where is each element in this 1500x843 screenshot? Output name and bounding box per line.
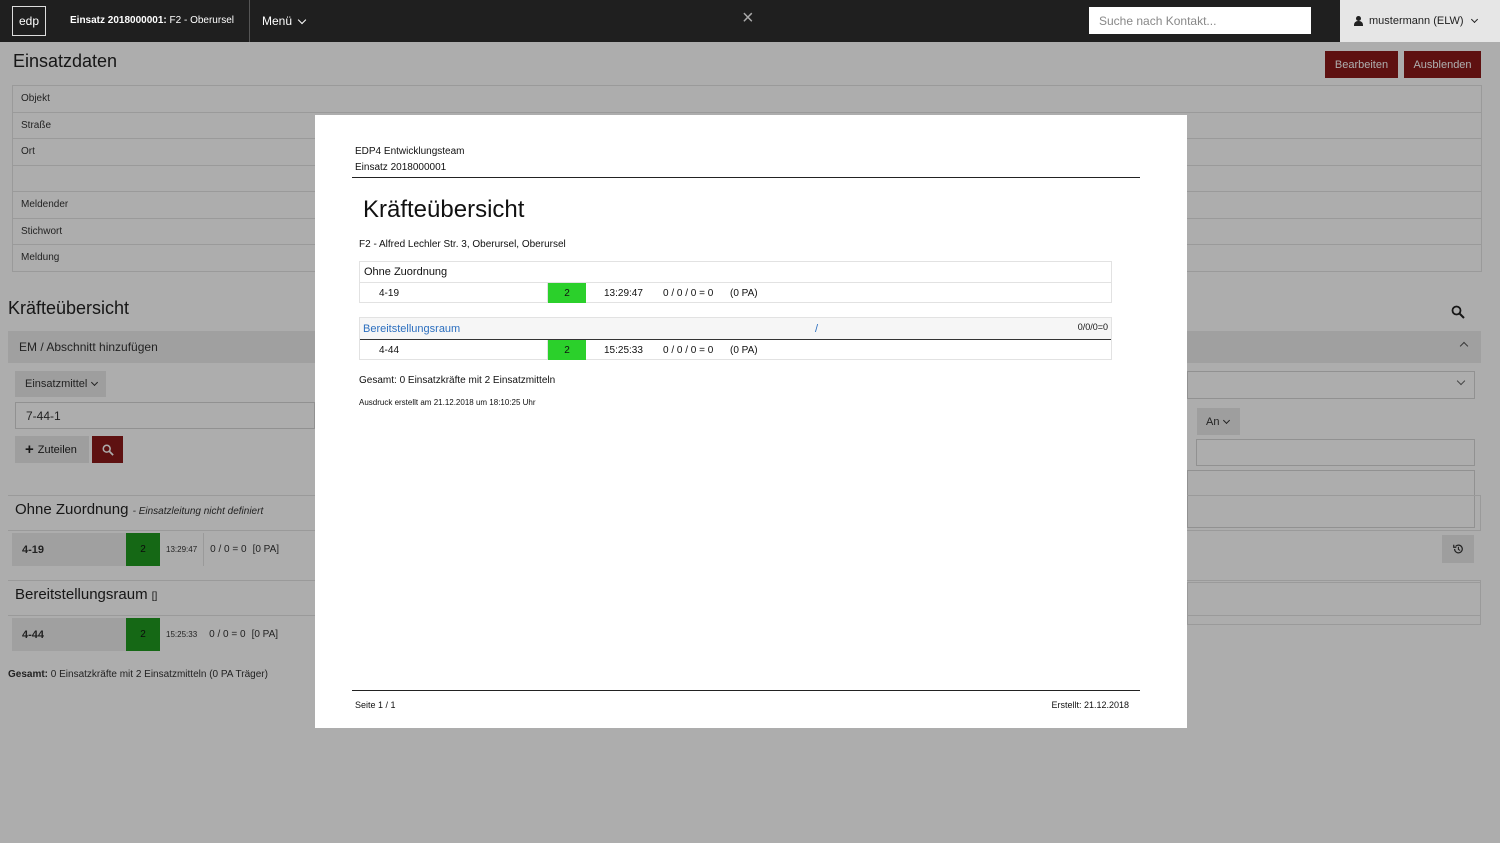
section-ohne-zuordnung: Ohne Zuordnung 4-19 2 13:29:47 0 / 0 / 0… (359, 261, 1112, 303)
document-organization: EDP4 Entwicklungsteam (355, 146, 465, 157)
unit-pa: (0 PA) (730, 344, 758, 356)
chevron-down-icon (1470, 15, 1478, 24)
document-title: Kräfteübersicht (363, 196, 525, 223)
section-sum: 0/0/0=0 (1077, 322, 1108, 332)
page-number: Seite 1 / 1 (355, 700, 396, 710)
close-icon[interactable]: × (742, 6, 754, 30)
status-badge: 2 (548, 283, 586, 303)
user-menu[interactable]: mustermann (ELW) (1340, 0, 1500, 42)
section-title: Ohne Zuordnung (364, 266, 448, 278)
document-total: Gesamt: 0 Einsatzkräfte mit 2 Einsatzmit… (359, 375, 556, 386)
contact-search-input[interactable]: Suche nach Kontakt... (1089, 7, 1311, 34)
logo[interactable]: edp (12, 6, 46, 36)
section-header: Bereitstellungsraum / 0/0/0=0 (360, 318, 1111, 340)
user-label: mustermann (ELW) (1369, 15, 1464, 27)
menu-label: Menü (262, 14, 293, 28)
header-divider (249, 0, 250, 42)
unit-time: 13:29:47 (604, 287, 643, 299)
unit-callsign: 4-44 (360, 340, 548, 360)
unit-time: 15:25:33 (604, 344, 643, 356)
user-icon (1354, 16, 1364, 26)
einsatz-location: F2 - Oberursel (169, 15, 234, 26)
header-rule (352, 177, 1140, 178)
menu-button[interactable]: Menü (262, 14, 307, 28)
unit-row: 4-44 2 15:25:33 0 / 0 / 0 = 0 (0 PA) (360, 340, 1111, 360)
einsatz-title: Einsatz 2018000001: F2 - Oberursel (70, 15, 234, 26)
print-preview-modal: EDP4 Entwicklungsteam Einsatz 2018000001… (315, 115, 1187, 728)
einsatz-number: Einsatz 2018000001: (70, 15, 167, 26)
unit-values: 0 / 0 / 0 = 0 (663, 287, 714, 299)
footer-rule (352, 690, 1140, 691)
unit-pa: (0 PA) (730, 287, 758, 299)
document-address: F2 - Alfred Lechler Str. 3, Oberursel, O… (359, 239, 566, 250)
document-einsatz: Einsatz 2018000001 (355, 162, 447, 173)
unit-callsign: 4-19 (360, 283, 548, 303)
section-bereitstellungsraum: Bereitstellungsraum / 0/0/0=0 4-44 2 15:… (359, 317, 1112, 360)
print-timestamp: Ausdruck erstellt am 21.12.2018 um 18:10… (359, 398, 536, 407)
unit-row: 4-19 2 13:29:47 0 / 0 / 0 = 0 (0 PA) (360, 282, 1111, 303)
unit-values: 0 / 0 / 0 = 0 (663, 344, 714, 356)
created-date: Erstellt: 21.12.2018 (1051, 700, 1129, 710)
status-badge: 2 (548, 340, 586, 360)
section-title[interactable]: Bereitstellungsraum (363, 323, 460, 335)
section-separator: / (815, 323, 819, 335)
top-bar: edp Einsatz 2018000001: F2 - Oberursel M… (0, 0, 1500, 42)
chevron-down-icon (297, 15, 307, 24)
